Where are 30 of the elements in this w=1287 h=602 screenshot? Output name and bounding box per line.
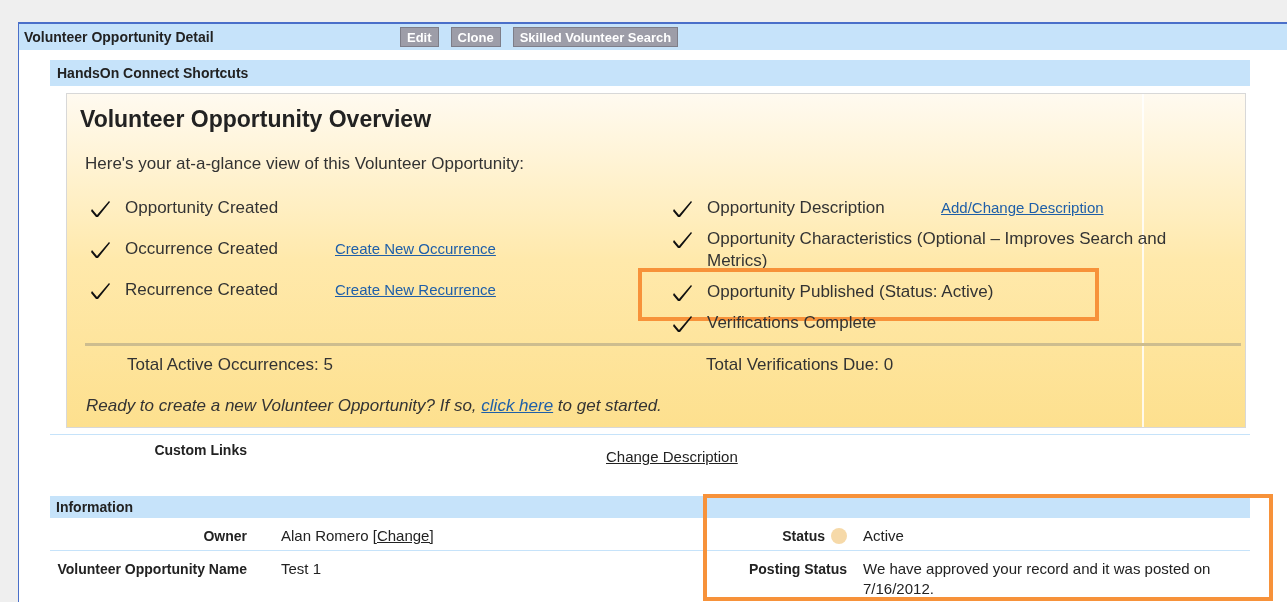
field-label: Status (782, 527, 825, 546)
checklist-label: Opportunity Characteristics (Optional – Improves Search and Metrics) (707, 228, 1168, 272)
section-title: Volunteer Opportunity Detail (24, 27, 215, 47)
field-label: Posting Status (749, 560, 847, 579)
field-value: Test 1 (281, 560, 322, 577)
field-value: Active (863, 526, 905, 546)
total-text: Total Verifications Due: 0 (706, 354, 894, 376)
checklist-label: Verifications Complete (707, 312, 877, 334)
field-label: Owner (202, 527, 247, 546)
overview-intro: Here's your at-a-glance view of this Volunteer Opportunity: (85, 153, 524, 175)
click-here-link[interactable]: click here (481, 396, 554, 415)
shortcut-link[interactable]: Add/Change Description (941, 197, 1104, 219)
field-label: Volunteer Opportunity Name (56, 560, 247, 579)
checklist-label: Opportunity Created (125, 197, 279, 219)
section-title: HandsOn Connect Shortcuts (57, 63, 249, 83)
checklist-label: Occurrence Created (125, 238, 280, 260)
shortcut-link[interactable]: Create New Recurrence (335, 279, 496, 301)
checklist-label: Opportunity Description (707, 197, 886, 219)
total-text: Total Active Occurrences: 5 (127, 354, 333, 376)
overview-title: Volunteer Opportunity Overview (80, 105, 432, 134)
field-value: Alan Romero (281, 527, 369, 544)
checklist-label: Recurrence Created (125, 279, 280, 301)
field-value: We have approved your record and it was posted on 7/16/2012. (863, 559, 1212, 599)
shortcut-link[interactable]: Create New Occurrence (335, 238, 496, 260)
create-prompt: Ready to create a new Volunteer Opportunity? If so, click here to get started. (86, 395, 662, 417)
section-title: Information (56, 497, 133, 517)
checklist-label: Opportunity Published (Status: Active) (707, 281, 994, 303)
change-description-link[interactable]: Change Description (606, 448, 738, 465)
change-owner-link[interactable]: [Change] (372, 527, 434, 544)
field-label: Custom Links (153, 441, 247, 460)
